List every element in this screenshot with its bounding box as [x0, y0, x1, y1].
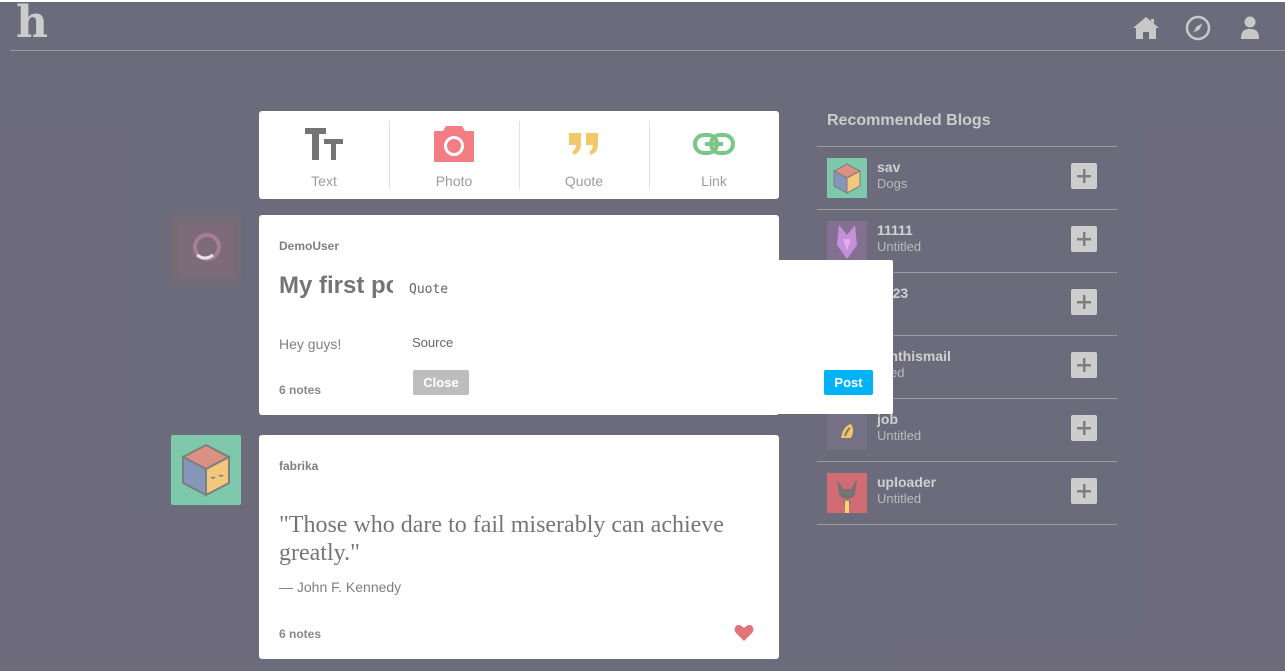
- post-button[interactable]: Post: [824, 370, 873, 395]
- quote-input[interactable]: [409, 278, 869, 300]
- source-input[interactable]: [412, 332, 872, 352]
- quote-post-modal: Close Post: [393, 260, 893, 414]
- close-button[interactable]: Close: [413, 370, 469, 395]
